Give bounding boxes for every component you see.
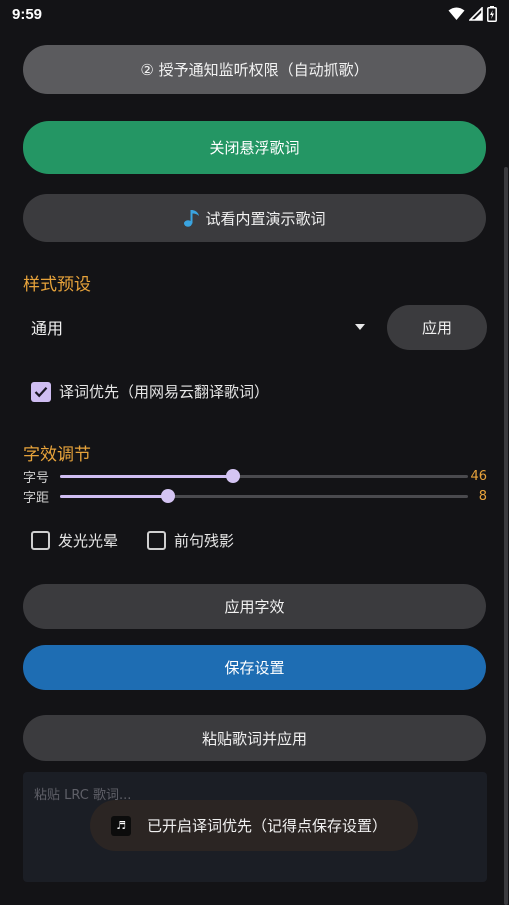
font-size-slider-fill (60, 474, 233, 478)
signal-icon (469, 7, 483, 21)
translation-label: 译词优先（用网易云翻译歌词） (59, 383, 270, 401)
glow-checkbox[interactable] (31, 531, 50, 550)
check-icon (34, 386, 48, 397)
font-size-slider-row: 字号 46 (23, 467, 487, 486)
preset-selected-value: 通用 (31, 319, 64, 338)
app-icon: ♬ (111, 815, 131, 836)
status-time: 9:59 (12, 5, 43, 23)
glow-label: 发光光晕 (58, 532, 119, 550)
demo-lyrics-label: 试看内置演示歌词 (205, 209, 326, 228)
trail-checkbox[interactable] (147, 531, 166, 550)
spacing-slider-row: 字距 8 (23, 487, 487, 506)
spacing-slider-fill (60, 494, 169, 498)
music-note-icon (184, 210, 200, 227)
paste-lyrics-button[interactable]: 粘贴歌词并应用 (23, 715, 486, 761)
save-settings-button[interactable]: 保存设置 (23, 645, 486, 690)
glow-option-row[interactable]: 发光光晕 (31, 530, 118, 551)
translation-preference-row[interactable]: 译词优先（用网易云翻译歌词） (31, 381, 269, 402)
trail-label: 前句残影 (174, 532, 235, 550)
battery-icon (487, 6, 497, 22)
preset-section-title: 样式预设 (23, 275, 91, 295)
spacing-slider[interactable] (60, 488, 468, 503)
effects-section-title: 字效调节 (23, 445, 91, 465)
translation-checkbox[interactable] (31, 381, 51, 402)
preset-dropdown[interactable]: 通用 (31, 305, 371, 349)
apply-effects-button[interactable]: 应用字效 (23, 584, 486, 629)
grant-permission-button[interactable]: ② 授予通知监听权限（自动抓歌） (23, 45, 486, 94)
font-size-label: 字号 (23, 470, 50, 486)
spacing-value: 8 (478, 488, 487, 504)
scrollbar[interactable] (504, 167, 508, 905)
status-bar: 9:59 (0, 0, 509, 28)
toast-message: 已开启译词优先（记得点保存设置） (147, 817, 388, 835)
toast-notification: ♬ 已开启译词优先（记得点保存设置） (90, 800, 418, 851)
toggle-floating-lyrics-button[interactable]: 关闭悬浮歌词 (23, 121, 486, 174)
trail-option-row[interactable]: 前句残影 (147, 530, 234, 551)
status-icons (448, 6, 497, 22)
demo-lyrics-button[interactable]: 试看内置演示歌词 (23, 194, 486, 242)
apply-preset-button[interactable]: 应用 (387, 305, 487, 350)
dropdown-arrow-icon (355, 324, 365, 330)
font-size-value: 46 (470, 468, 487, 484)
spacing-label: 字距 (23, 490, 50, 506)
font-size-slider-thumb[interactable] (225, 468, 240, 483)
wifi-icon (448, 7, 465, 20)
spacing-slider-thumb[interactable] (161, 488, 176, 503)
font-size-slider[interactable] (60, 468, 468, 483)
